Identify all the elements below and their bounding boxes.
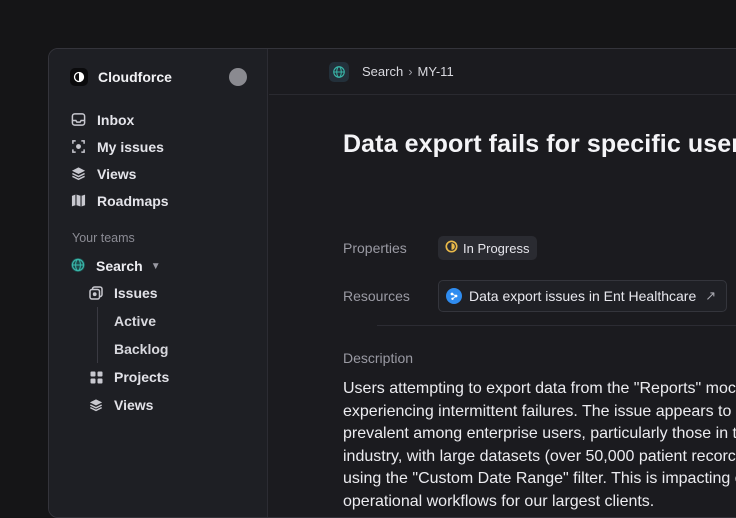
team-name: Search <box>96 258 143 274</box>
breadcrumb-team[interactable]: Search <box>362 64 403 79</box>
team-item-issues[interactable]: Issues <box>70 279 255 307</box>
nav-item-label: My issues <box>97 138 164 155</box>
description-line: operational workflows for our largest cl… <box>343 492 655 510</box>
nav-item-my-issues[interactable]: My issues <box>70 133 255 160</box>
team-item-label: Backlog <box>114 341 169 357</box>
cloudforce-logo-icon <box>70 68 88 86</box>
description-line: industry, with large datasets (over 50,0… <box>343 447 736 465</box>
app-window: Cloudforce Inbox My issues Views Roadmap… <box>48 48 736 518</box>
description-line: prevalent among enterprise users, partic… <box>343 425 736 442</box>
external-link-arrow-icon: ↗ <box>705 288 717 303</box>
description-line: using the "Custom Date Range" filter. Th… <box>343 470 736 487</box>
nav-item-label: Inbox <box>97 111 135 128</box>
workspace-name: Cloudforce <box>98 69 172 85</box>
team-item-label: Active <box>114 313 157 329</box>
resource-icon <box>446 288 462 304</box>
description-label: Description <box>343 350 414 366</box>
resources-row: Resources Data export issues in Ent Heal… <box>343 280 728 312</box>
description-line: experiencing intermittent failures. The … <box>343 402 732 420</box>
resources-label: Resources <box>343 288 410 304</box>
section-divider <box>377 325 736 326</box>
properties-label: Properties <box>343 240 407 256</box>
breadcrumb-separator: › <box>408 64 413 79</box>
team-toggle-search[interactable]: Search ▼ <box>70 253 255 279</box>
sidebar: Cloudforce Inbox My issues Views Roadmap… <box>49 49 268 517</box>
team-item-projects[interactable]: Projects <box>70 363 255 391</box>
team-item-label: Issues <box>114 285 158 301</box>
status-badge[interactable]: In Progress <box>438 236 538 260</box>
team-item-label: Projects <box>114 369 170 385</box>
workspace-switcher[interactable]: Cloudforce <box>70 66 247 88</box>
top-bar: Search › MY-11 <box>269 49 736 95</box>
user-avatar[interactable] <box>229 68 247 86</box>
issues-copy-icon <box>89 286 103 300</box>
your-teams-heading: Your teams <box>72 231 135 245</box>
inbox-icon <box>70 112 86 128</box>
team-item-active[interactable]: Active <box>70 307 255 335</box>
grid-icon <box>89 370 103 384</box>
layers-icon <box>89 398 103 412</box>
description-text[interactable]: Users attempting to export data from the… <box>343 378 736 513</box>
caret-down-icon: ▼ <box>150 260 161 272</box>
description-line: Users attempting to export data from the… <box>343 380 736 397</box>
target-icon <box>70 139 86 155</box>
team-item-label: Views <box>114 397 154 413</box>
team-item-backlog[interactable]: Backlog <box>70 335 255 363</box>
in-progress-icon <box>445 240 458 256</box>
nav-item-views[interactable]: Views <box>70 160 255 187</box>
properties-row: Properties In Progress <box>343 236 538 260</box>
layers-icon <box>70 166 86 182</box>
issue-title[interactable]: Data export fails for specific user g <box>343 130 736 159</box>
nav-item-label: Views <box>97 165 137 182</box>
nav-item-inbox[interactable]: Inbox <box>70 106 255 133</box>
team-group-search: Search ▼ Issues Active Backlog Projects <box>70 253 255 419</box>
resource-link-label: Data export issues in Ent Healthcare <box>469 288 697 304</box>
status-label: In Progress <box>463 240 530 256</box>
globe-icon <box>329 61 349 82</box>
map-icon <box>70 193 86 209</box>
nav-item-label: Roadmaps <box>97 192 169 209</box>
breadcrumb-issue-id[interactable]: MY-11 <box>418 64 454 79</box>
team-item-views[interactable]: Views <box>70 391 255 419</box>
resource-link[interactable]: Data export issues in Ent Healthcare ↗ <box>438 280 728 312</box>
breadcrumb: Search › MY-11 <box>362 64 454 79</box>
main-nav: Inbox My issues Views Roadmaps <box>70 106 255 214</box>
globe-icon <box>70 257 86 276</box>
nav-item-roadmaps[interactable]: Roadmaps <box>70 187 255 214</box>
